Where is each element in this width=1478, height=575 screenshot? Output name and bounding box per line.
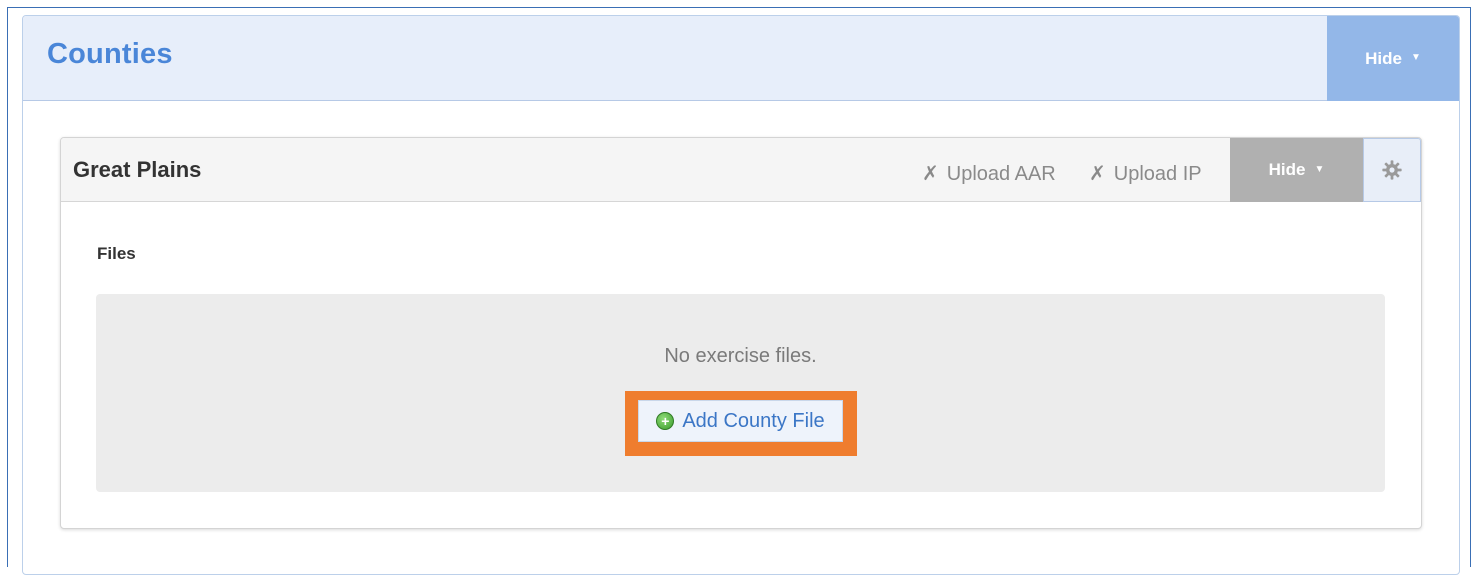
files-heading: Files — [97, 244, 136, 263]
gear-icon — [1382, 160, 1402, 180]
chevron-down-icon: ▼ — [1314, 163, 1325, 175]
county-panel-header — [61, 138, 1421, 202]
page-title: Counties — [47, 38, 173, 70]
x-mark-icon: ✗ — [1089, 163, 1106, 185]
county-hide-label: Hide — [1268, 160, 1306, 179]
x-mark-icon: ✗ — [922, 163, 939, 185]
settings-button[interactable] — [1363, 138, 1421, 202]
upload-ip-label: Upload IP — [1113, 163, 1202, 185]
empty-files-message: No exercise files. — [664, 345, 817, 367]
chevron-down-icon: ▼ — [1410, 52, 1421, 63]
plus-circle-icon: + — [656, 412, 675, 430]
counties-panel-header — [23, 16, 1459, 101]
upload-aar-link[interactable]: ✗ Upload AAR — [922, 161, 1056, 186]
counties-hide-label: Hide — [1365, 48, 1402, 68]
upload-aar-label: Upload AAR — [946, 163, 1056, 185]
add-county-file-label: Add County File — [682, 409, 825, 432]
add-county-file-button[interactable]: + Add County File — [638, 400, 843, 442]
upload-ip-link[interactable]: ✗ Upload IP — [1089, 161, 1202, 186]
counties-hide-button[interactable]: Hide ▼ — [1327, 16, 1459, 101]
county-name: Great Plains — [73, 157, 202, 182]
county-hide-button[interactable]: Hide ▼ — [1230, 138, 1363, 202]
